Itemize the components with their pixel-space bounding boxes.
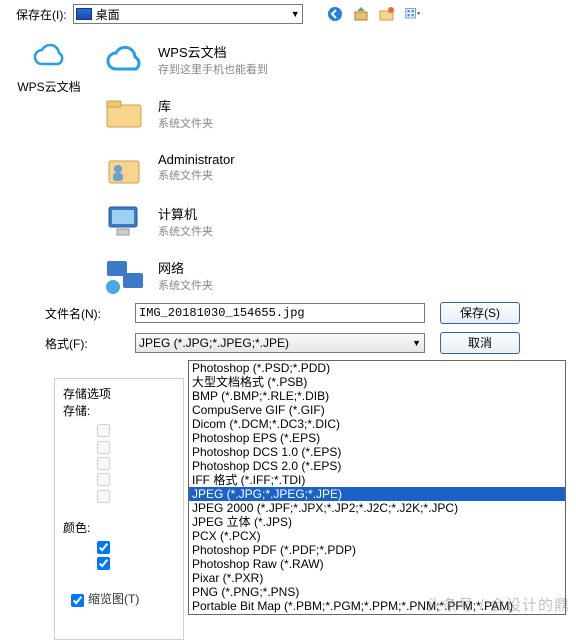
folder-icon: [102, 92, 148, 134]
store-opt-3: [97, 456, 175, 470]
color-opt-1[interactable]: [97, 540, 175, 554]
format-dropdown-list[interactable]: Photoshop (*.PSD;*.PDD)大型文档格式 (*.PSB)BMP…: [188, 360, 566, 615]
filename-row: 文件名(N): 保存(S): [0, 298, 576, 328]
format-row: 格式(F): JPEG (*.JPG;*.JPEG;*.JPE) ▼ 取消: [0, 328, 576, 358]
location-text: 桌面: [96, 6, 291, 23]
store-opt-4: [97, 472, 175, 486]
cancel-button[interactable]: 取消: [440, 332, 520, 354]
format-option[interactable]: Portable Bit Map (*.PBM;*.PGM;*.PPM;*.PN…: [189, 599, 565, 613]
format-option[interactable]: CompuServe GIF (*.GIF): [189, 403, 565, 417]
list-item[interactable]: Administrator系统文件夹: [102, 142, 572, 196]
format-option[interactable]: Photoshop DCS 1.0 (*.EPS): [189, 445, 565, 459]
item-subtitle: 存到这里手机也能看到: [158, 61, 268, 77]
format-option[interactable]: 大型文档格式 (*.PSB): [189, 375, 565, 389]
cloud-icon: [102, 38, 148, 80]
item-title: 计算机: [158, 204, 213, 223]
thumbnail-checkbox[interactable]: 缩览图(T): [71, 590, 175, 607]
store-opt-1: [97, 423, 175, 437]
toolbar-icons: [327, 6, 421, 22]
list-item[interactable]: WPS云文档存到这里手机也能看到: [102, 34, 572, 88]
format-option[interactable]: Photoshop Raw (*.RAW): [189, 557, 565, 571]
format-option[interactable]: JPEG 立体 (*.JPS): [189, 515, 565, 529]
store-opt-2: [97, 439, 175, 453]
format-option[interactable]: IFF 格式 (*.IFF;*.TDI): [189, 473, 565, 487]
item-subtitle: 系统文件夹: [158, 167, 235, 183]
color-caption: 颜色:: [63, 519, 175, 536]
user-icon: [102, 146, 148, 188]
sidebar-cloud-label: WPS云文档: [17, 78, 80, 95]
cloud-icon[interactable]: [31, 40, 67, 76]
store-opt-5: [97, 488, 175, 502]
color-opt-2[interactable]: [97, 556, 175, 570]
item-title: 库: [158, 96, 213, 115]
location-combobox[interactable]: 桌面 ▼: [73, 4, 303, 24]
view-menu-icon[interactable]: [405, 6, 421, 22]
format-value: JPEG (*.JPG;*.JPEG;*.JPE): [139, 336, 412, 350]
filename-label: 文件名(N):: [45, 305, 120, 322]
desktop-icon: [76, 8, 92, 20]
format-option[interactable]: PNG (*.PNG;*.PNS): [189, 585, 565, 599]
format-label: 格式(F):: [45, 335, 120, 352]
format-option[interactable]: PCX (*.PCX): [189, 529, 565, 543]
computer-icon: [102, 200, 148, 242]
format-combobox[interactable]: JPEG (*.JPG;*.JPEG;*.JPE) ▼: [135, 333, 425, 353]
back-icon[interactable]: [327, 6, 343, 22]
item-title: 网络: [158, 258, 213, 277]
file-listing[interactable]: WPS云文档存到这里手机也能看到库系统文件夹Administrator系统文件夹…: [98, 28, 576, 298]
up-icon[interactable]: [353, 6, 369, 22]
item-subtitle: 系统文件夹: [158, 223, 213, 239]
format-option[interactable]: Scitex CT (*.SCT): [189, 613, 565, 615]
filename-input[interactable]: [135, 303, 425, 323]
item-subtitle: 系统文件夹: [158, 277, 213, 293]
new-folder-icon[interactable]: [379, 6, 395, 22]
format-option[interactable]: JPEG 2000 (*.JPF;*.JPX;*.JP2;*.J2C;*.J2K…: [189, 501, 565, 515]
item-subtitle: 系统文件夹: [158, 115, 213, 131]
format-option[interactable]: BMP (*.BMP;*.RLE;*.DIB): [189, 389, 565, 403]
network-icon: [102, 254, 148, 296]
format-option[interactable]: Dicom (*.DCM;*.DC3;*.DIC): [189, 417, 565, 431]
store-caption: 存储:: [63, 402, 175, 419]
format-option[interactable]: Photoshop PDF (*.PDF;*.PDP): [189, 543, 565, 557]
list-item[interactable]: 库系统文件夹: [102, 88, 572, 142]
save-options-panel: 存储选项 存储: 颜色: 缩览图(T): [54, 378, 184, 640]
main-area: WPS云文档 WPS云文档存到这里手机也能看到库系统文件夹Administrat…: [0, 28, 576, 298]
list-item[interactable]: 网络系统文件夹: [102, 250, 572, 298]
list-item[interactable]: 计算机系统文件夹: [102, 196, 572, 250]
save-location-bar: 保存在(I): 桌面 ▼: [0, 0, 576, 28]
chevron-down-icon: ▼: [291, 9, 300, 19]
format-option[interactable]: Photoshop (*.PSD;*.PDD): [189, 361, 565, 375]
format-option[interactable]: JPEG (*.JPG;*.JPEG;*.JPE): [189, 487, 565, 501]
chevron-down-icon: ▼: [412, 338, 421, 348]
save-in-label: 保存在(I):: [16, 6, 67, 23]
places-sidebar: WPS云文档: [0, 28, 98, 298]
format-option[interactable]: Photoshop EPS (*.EPS): [189, 431, 565, 445]
item-title: Administrator: [158, 152, 235, 167]
options-caption: 存储选项: [63, 387, 111, 401]
item-title: WPS云文档: [158, 42, 268, 61]
format-option[interactable]: Pixar (*.PXR): [189, 571, 565, 585]
format-option[interactable]: Photoshop DCS 2.0 (*.EPS): [189, 459, 565, 473]
save-button[interactable]: 保存(S): [440, 302, 520, 324]
